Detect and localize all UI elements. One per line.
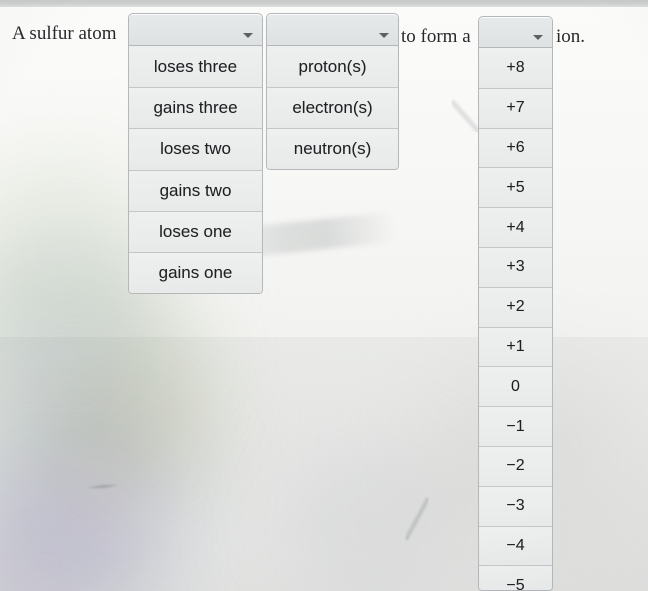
- charge-dropdown-button[interactable]: [478, 16, 553, 48]
- sentence-tail-text: ion.: [556, 26, 586, 47]
- change-dropdown-options-list[interactable]: loses three gains three loses two gains …: [128, 46, 263, 294]
- dropdown-option[interactable]: +5: [479, 167, 552, 208]
- dropdown-option[interactable]: +2: [479, 286, 552, 327]
- chevron-down-icon[interactable]: [243, 33, 253, 38]
- charge-dropdown[interactable]: +8 +7 +6 +5 +4 +3 +2 +1 0 −1 −2 −3 −4 −5: [478, 16, 553, 591]
- sentence-lead-text: A sulfur atom: [12, 23, 117, 44]
- dropdown-option[interactable]: loses three: [129, 46, 262, 88]
- dropdown-option[interactable]: neutron(s): [267, 128, 398, 169]
- particle-dropdown-options-list[interactable]: proton(s) electron(s) neutron(s): [266, 46, 399, 170]
- dropdown-option[interactable]: electron(s): [267, 87, 398, 129]
- chevron-down-icon[interactable]: [533, 35, 543, 40]
- particle-dropdown[interactable]: proton(s) electron(s) neutron(s): [266, 13, 399, 170]
- dropdown-option[interactable]: −4: [479, 525, 552, 566]
- dropdown-option[interactable]: loses two: [129, 128, 262, 170]
- dropdown-option[interactable]: +8: [479, 48, 552, 88]
- screenshot-canvas: A sulfur atom to form a ion. loses three…: [0, 0, 648, 591]
- dropdown-option[interactable]: gains one: [129, 251, 262, 293]
- particle-dropdown-button[interactable]: [266, 13, 399, 46]
- dropdown-option[interactable]: loses one: [129, 210, 262, 252]
- dropdown-option[interactable]: −2: [479, 445, 552, 486]
- change-dropdown-button[interactable]: [128, 13, 263, 46]
- sentence-middle-text: to form a: [401, 26, 471, 47]
- dropdown-option[interactable]: −3: [479, 485, 552, 526]
- dropdown-option[interactable]: gains three: [129, 87, 262, 129]
- chevron-down-icon[interactable]: [379, 33, 389, 38]
- dropdown-option[interactable]: +4: [479, 207, 552, 247]
- dropdown-option[interactable]: +3: [479, 246, 552, 287]
- dropdown-option[interactable]: 0: [479, 366, 552, 407]
- dropdown-option[interactable]: −1: [479, 406, 552, 446]
- dropdown-option[interactable]: +6: [479, 127, 552, 168]
- dropdown-option[interactable]: −5: [479, 565, 552, 590]
- dropdown-option[interactable]: gains two: [129, 169, 262, 211]
- dropdown-option[interactable]: proton(s): [267, 46, 398, 88]
- dropdown-option[interactable]: +7: [479, 87, 552, 128]
- change-dropdown[interactable]: loses three gains three loses two gains …: [128, 13, 263, 294]
- dropdown-option[interactable]: +1: [479, 326, 552, 367]
- charge-dropdown-options-list[interactable]: +8 +7 +6 +5 +4 +3 +2 +1 0 −1 −2 −3 −4 −5: [478, 48, 553, 591]
